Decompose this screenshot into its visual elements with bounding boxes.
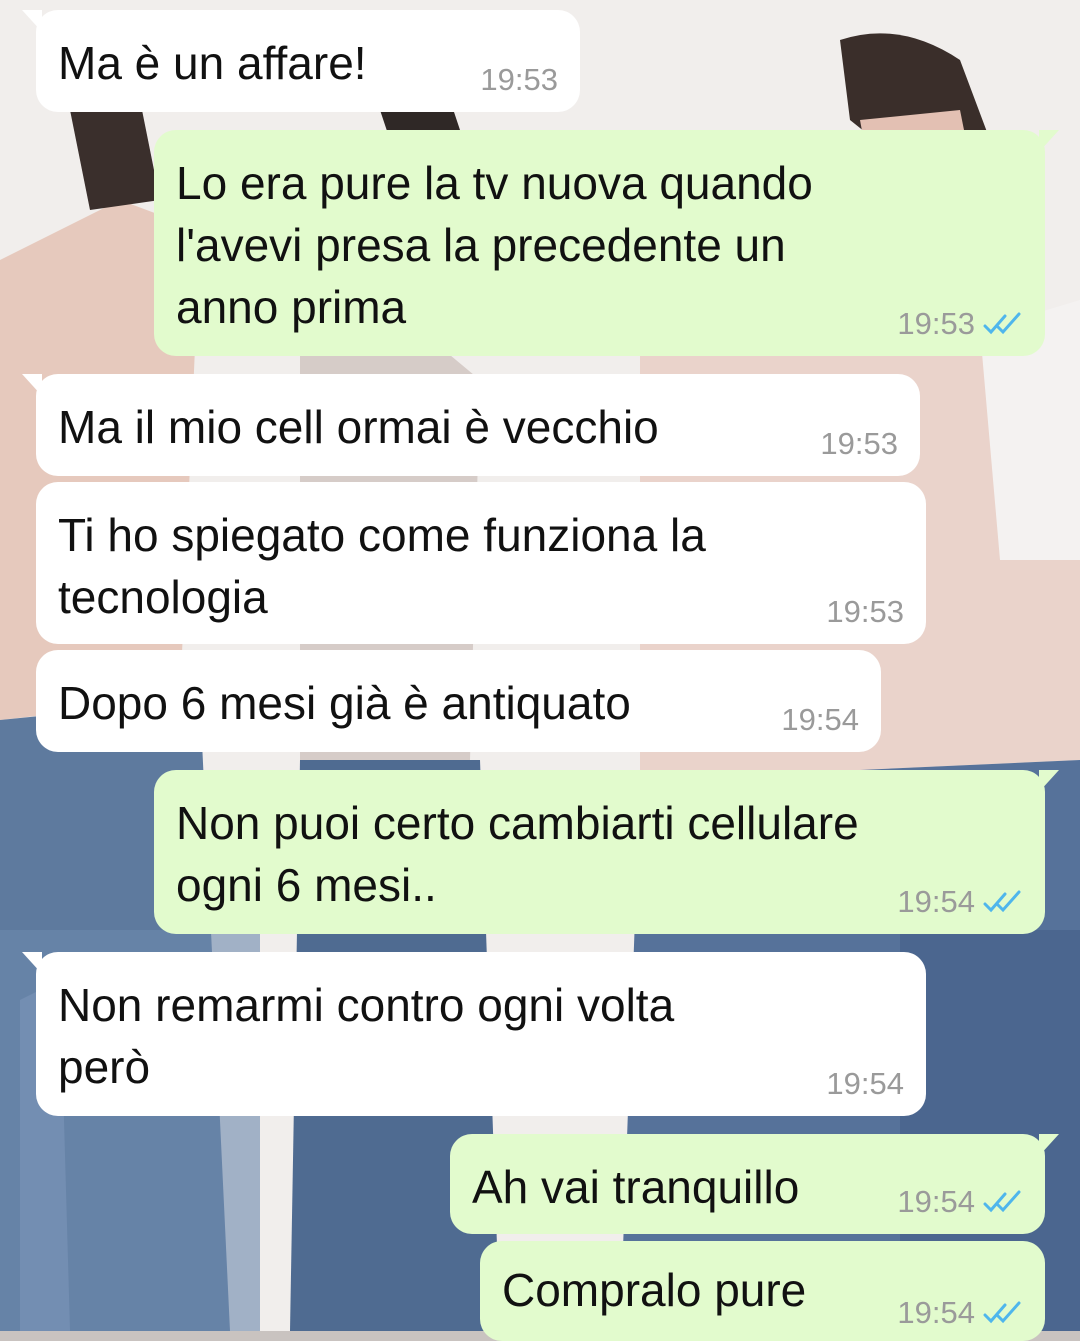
message-time: 19:53: [826, 594, 904, 629]
bubble-tail: [1039, 770, 1059, 792]
outgoing-message[interactable]: Lo era pure la tv nuova quando l'avevi p…: [154, 130, 1059, 356]
message-text: Non puoi certo cambiarti cellulare ogni …: [176, 797, 872, 911]
message-meta: 19:54: [826, 1066, 904, 1102]
bubble-tail: [22, 374, 42, 396]
message-text: Ti ho spiegato come funziona la tecnolog…: [58, 509, 719, 623]
outgoing-message[interactable]: Ah vai tranquillo 19:54: [450, 1134, 1059, 1234]
message-time: 19:54: [897, 1184, 975, 1219]
read-ticks-icon: [983, 312, 1021, 335]
incoming-message[interactable]: Ti ho spiegato come funziona la tecnolog…: [36, 482, 926, 644]
message-time: 19:53: [480, 62, 558, 97]
bubble-tail: [1039, 1134, 1059, 1156]
message-time: 19:54: [897, 1295, 975, 1330]
incoming-message[interactable]: Dopo 6 mesi già è antiquato 19:54: [36, 650, 881, 752]
message-text: Lo era pure la tv nuova quando l'avevi p…: [176, 157, 826, 333]
incoming-message[interactable]: Ma è un affare! 19:53: [22, 10, 580, 112]
message-time: 19:54: [897, 884, 975, 919]
message-time: 19:53: [820, 426, 898, 461]
message-text: Compralo pure: [502, 1264, 807, 1316]
bubble-tail: [22, 952, 42, 974]
message-text: Ah vai tranquillo: [472, 1161, 800, 1213]
outgoing-message[interactable]: Non puoi certo cambiarti cellulare ogni …: [154, 770, 1059, 934]
read-ticks-icon: [983, 1301, 1021, 1324]
read-ticks-icon: [983, 890, 1021, 913]
bubble-tail: [1039, 130, 1059, 152]
message-text: Non remarmi contro ogni volta però: [58, 979, 687, 1093]
message-time: 19:53: [897, 306, 975, 341]
outgoing-message[interactable]: Compralo pure 19:54: [480, 1241, 1045, 1341]
read-ticks-icon: [983, 1190, 1021, 1213]
message-meta: 19:53: [897, 306, 1023, 342]
message-meta: 19:53: [480, 62, 558, 98]
incoming-message[interactable]: Non remarmi contro ogni volta però 19:54: [22, 952, 926, 1116]
incoming-message[interactable]: Ma il mio cell ormai è vecchio 19:53: [22, 374, 920, 476]
message-meta: 19:53: [820, 426, 898, 462]
message-meta: 19:53: [826, 594, 904, 630]
message-meta: 19:54: [781, 702, 859, 738]
bubble-tail: [22, 10, 42, 32]
message-text: Ma è un affare!: [58, 37, 367, 89]
message-text: Dopo 6 mesi già è antiquato: [58, 677, 631, 729]
message-meta: 19:54: [897, 1184, 1023, 1220]
message-time: 19:54: [781, 702, 859, 737]
message-meta: 19:54: [897, 1295, 1023, 1331]
message-text: Ma il mio cell ormai è vecchio: [58, 401, 659, 453]
chat-messages-list: Ma è un affare! 19:53 Lo era pure la tv …: [0, 0, 1080, 1341]
message-time: 19:54: [826, 1066, 904, 1101]
message-meta: 19:54: [897, 884, 1023, 920]
